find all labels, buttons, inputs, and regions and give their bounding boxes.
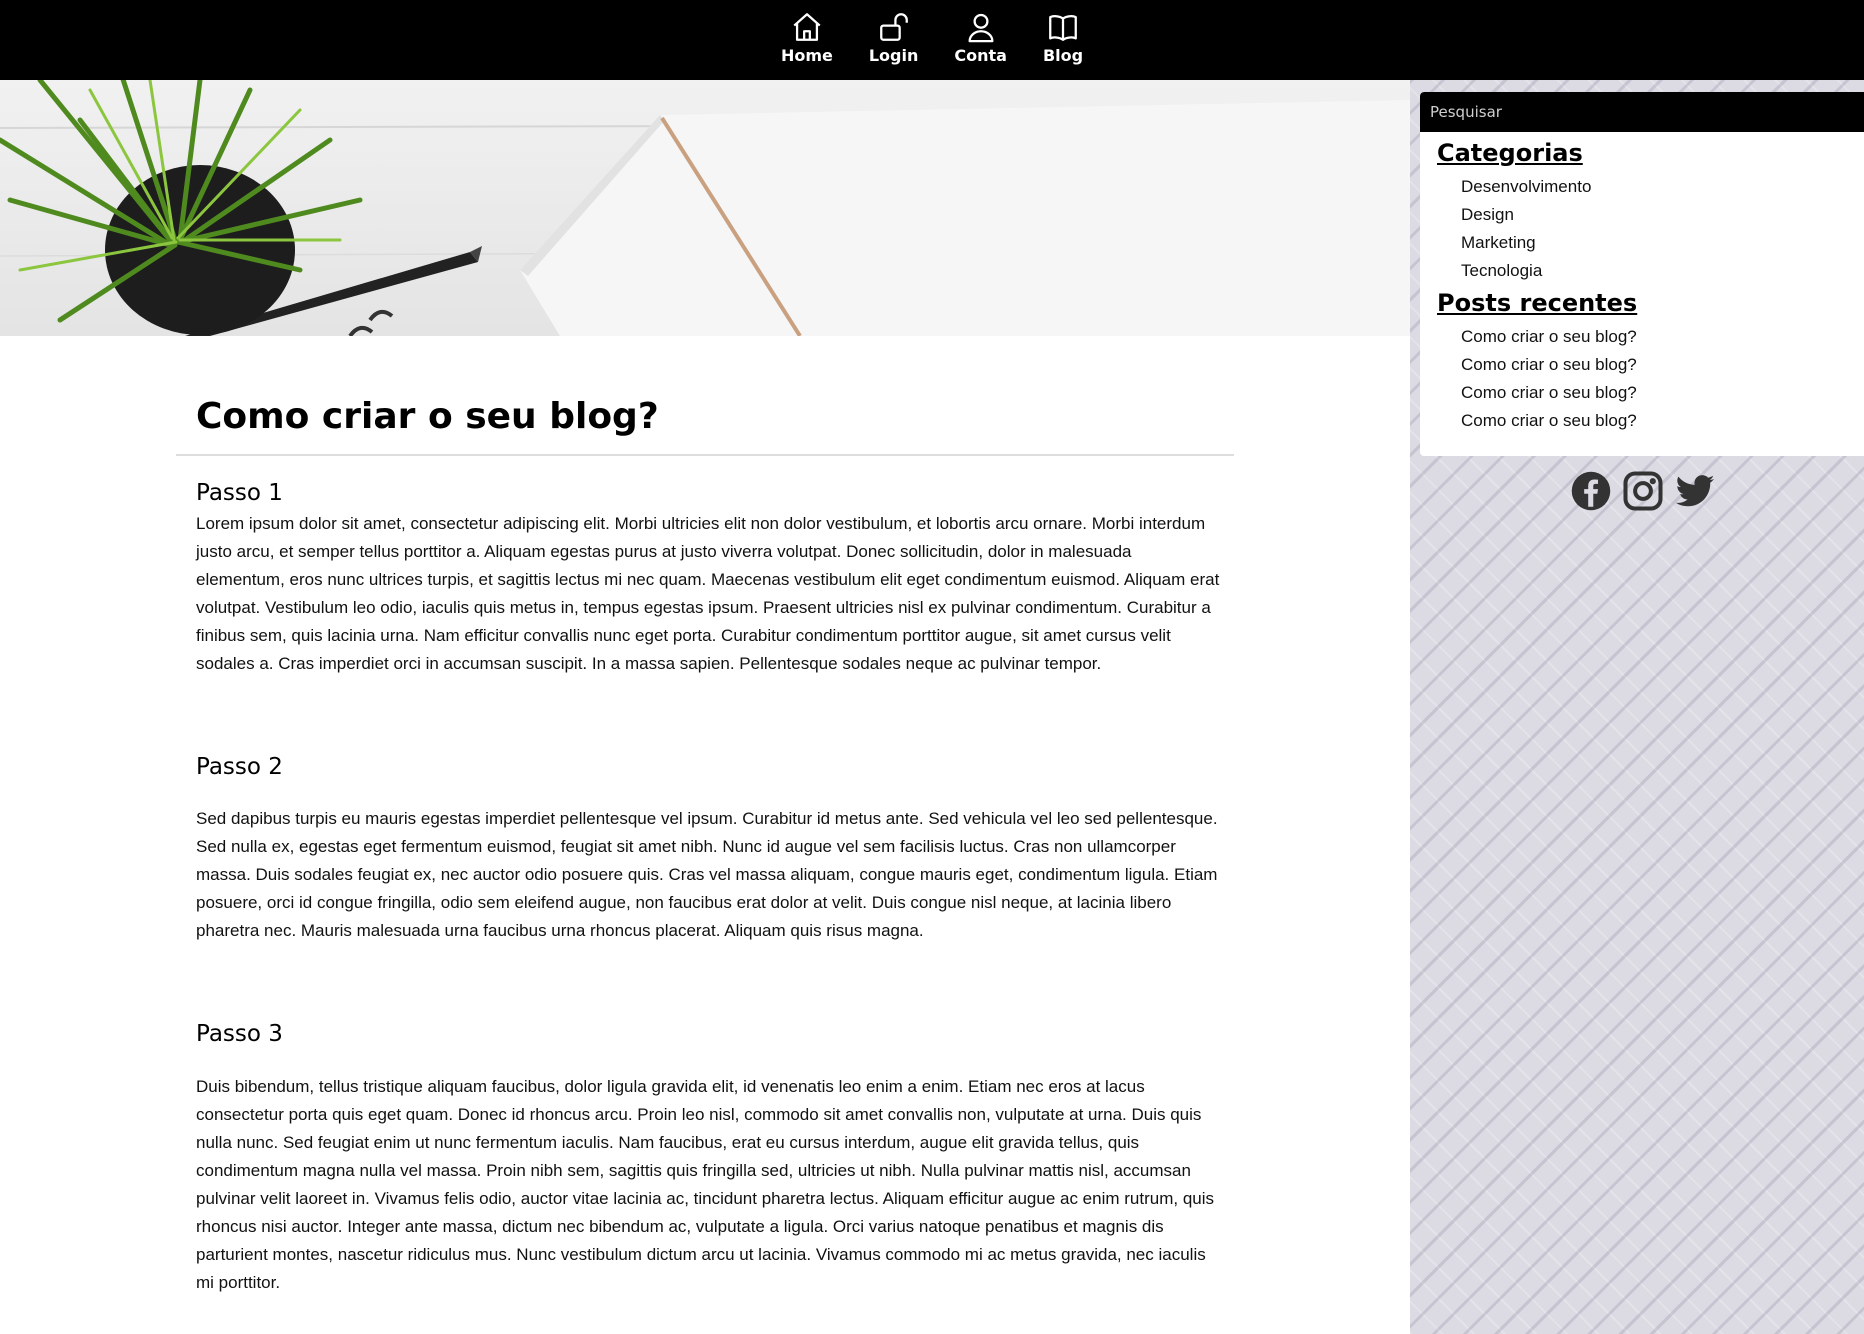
unlock-icon [879,13,908,41]
title-divider [176,454,1234,457]
step-heading: Passo 3 [196,1021,283,1048]
category-link[interactable]: Tecnologia [1461,257,1864,285]
sidebar-card: Categorias Desenvolvimento Design Market… [1420,92,1864,456]
recent-post-link[interactable]: Como criar o seu blog? [1461,379,1864,407]
nav-login-label: Login [868,46,919,65]
nav-account-label: Conta [954,46,1007,65]
hero-image [0,80,1410,336]
nav-login[interactable]: Login [868,0,919,65]
step-heading: Passo 2 [196,753,283,780]
twitter-icon[interactable] [1674,470,1716,512]
post-title: Como criar o seu blog? [196,396,659,437]
recent-post-link[interactable]: Como criar o seu blog? [1461,323,1864,351]
home-icon [793,13,821,41]
step-body: Duis bibendum, tellus tristique aliquam … [196,1076,1214,1292]
category-link[interactable]: Design [1461,201,1864,229]
category-link[interactable]: Desenvolvimento [1461,173,1864,201]
step-body: Lorem ipsum dolor sit amet, consectetur … [196,513,1220,673]
nav-blog[interactable]: Blog [1043,0,1083,65]
step-section: Passo 3 Duis bibendum, tellus tristique … [176,1021,1234,1297]
nav-home-label: Home [780,46,833,65]
step-section: Passo 1 Lorem ipsum dolor sit amet, cons… [176,480,1234,678]
facebook-icon[interactable] [1570,470,1612,512]
nav-home[interactable]: Home [781,0,833,65]
recent-posts-heading: Posts recentes [1437,288,1638,317]
recent-post-link[interactable]: Como criar o seu blog? [1461,407,1864,435]
social-links [1570,470,1716,512]
category-link[interactable]: Marketing [1461,229,1864,257]
recent-posts-list: Como criar o seu blog? Como criar o seu … [1420,323,1864,435]
article: Como criar o seu blog? Passo 1 Lorem ips… [176,336,1234,1297]
step-heading: Passo 1 [196,480,283,507]
instagram-icon[interactable] [1622,470,1664,512]
step-body: Sed dapibus turpis eu mauris egestas imp… [196,809,1218,941]
user-icon [968,13,994,43]
categories-heading: Categorias [1437,139,1583,167]
categories-list: Desenvolvimento Design Marketing Tecnolo… [1420,173,1864,285]
book-icon [1049,15,1077,41]
search-input[interactable] [1420,92,1864,132]
top-navbar: Home Login Conta Blog [0,0,1864,80]
recent-post-link[interactable]: Como criar o seu blog? [1461,351,1864,379]
step-section: Passo 2 Sed dapibus turpis eu mauris ege… [176,754,1234,946]
nav-blog-label: Blog [1042,46,1084,65]
nav-account[interactable]: Conta [954,0,1007,65]
